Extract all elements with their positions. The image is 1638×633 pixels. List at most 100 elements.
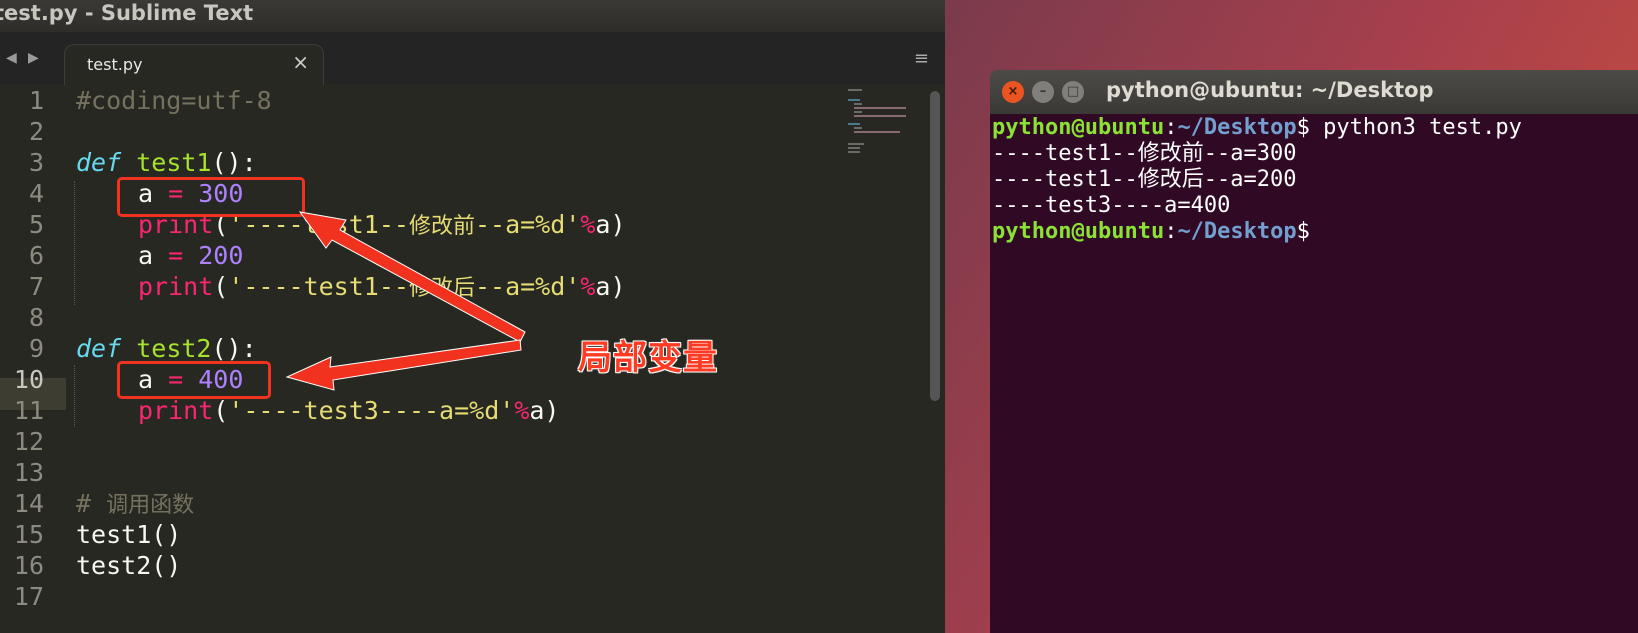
window-titlebar: test.py - Sublime Text [0, 0, 945, 32]
operator: % [514, 396, 530, 425]
variable: a [138, 241, 154, 270]
indent-guide [74, 181, 75, 305]
line-number: 12 [13, 427, 44, 456]
tab-bar: ◀ ▶ test.py × ≡ [0, 32, 945, 85]
output-text: --a=300 [1203, 141, 1297, 166]
highlight-box-a400 [117, 361, 271, 399]
operator: = [168, 241, 184, 270]
comment-hash: # [76, 489, 92, 518]
line-number: 2 [28, 117, 44, 146]
terminal-line-prompt: python@ubuntu:~/Desktop$ [992, 218, 1310, 245]
highlight-box-a300 [117, 177, 305, 217]
line-number: 4 [28, 179, 44, 208]
minimap[interactable] [848, 89, 910, 209]
output-text: ----test1-- [992, 167, 1138, 192]
menu-icon[interactable]: ≡ [914, 48, 929, 69]
maximize-icon[interactable]: □ [1062, 81, 1084, 103]
function-name: test2 [136, 334, 212, 363]
prompt-path: ~/Desktop [1177, 219, 1297, 244]
output-text: ----test1-- [992, 141, 1138, 166]
close-icon[interactable]: × [292, 50, 309, 74]
terminal-title: python@ubuntu: ~/Desktop [1106, 78, 1434, 102]
paren: ( [213, 396, 229, 425]
terminal-line-output: ----test3----a=400 [992, 192, 1230, 219]
line-number: 16 [13, 551, 44, 580]
call: test1() [76, 520, 182, 549]
output-chinese: 修改前 [1137, 141, 1204, 166]
minimap-line [854, 131, 900, 133]
output-text: --a=200 [1203, 167, 1297, 192]
indent-guide [74, 365, 75, 427]
minimap-line [854, 107, 906, 109]
keyword: def [76, 334, 122, 363]
function-name: test1 [136, 148, 212, 177]
line-number: 3 [28, 148, 44, 177]
line-number: 1 [28, 86, 44, 115]
minimap-line [848, 143, 864, 145]
code-editor[interactable]: 1 2 3 4 5 6 7 8 9 10 11 12 13 14 15 16 1… [0, 85, 945, 633]
prompt-user: python@ubuntu [992, 115, 1165, 140]
string-chinese: 修改前 [408, 214, 475, 239]
minimize-icon[interactable]: – [1032, 81, 1054, 103]
line-number: 9 [28, 334, 44, 363]
line-number: 15 [13, 520, 44, 549]
terminal-line-command: python@ubuntu:~/Desktop$ python3 test.py [992, 114, 1522, 141]
minimap-line [854, 127, 862, 129]
line-number: 6 [28, 241, 44, 270]
line-number: 10 [13, 365, 44, 394]
annotation-label: 局部变量 [578, 338, 718, 378]
prompt-dollar: $ [1296, 219, 1310, 244]
code-line-3: def test1(): [76, 147, 257, 179]
code-line-6: a = 200 [138, 240, 243, 272]
line-number: 17 [13, 582, 44, 611]
line-number: 7 [28, 272, 44, 301]
output-chinese: 修改后 [1137, 167, 1204, 192]
line-number: 11 [13, 396, 44, 425]
number: 200 [198, 241, 244, 270]
string: --a=%d' [474, 210, 581, 239]
line-number: 14 [13, 489, 44, 518]
tab-forward-icon[interactable]: ▶ [28, 50, 39, 66]
string: '----test1-- [228, 272, 409, 301]
minimap-line [848, 123, 860, 125]
terminal-line-output: ----test1--修改后--a=200 [992, 166, 1296, 193]
prompt-user: python@ubuntu [992, 219, 1165, 244]
argument: a) [595, 210, 626, 239]
paren: ( [213, 272, 229, 301]
terminal-line-output: ----test1--修改前--a=300 [992, 140, 1296, 167]
call: test2() [76, 551, 182, 580]
line-number: 5 [28, 210, 44, 239]
comment-chinese: 调用函数 [106, 493, 195, 518]
keyword: def [76, 148, 122, 177]
operator: % [580, 272, 596, 301]
code-line-14: # 调用函数 [76, 488, 194, 520]
terminal-output[interactable]: python@ubuntu:~/Desktop$ python3 test.py… [990, 114, 1638, 633]
code-line-16: test2() [76, 550, 181, 582]
tab-back-icon[interactable]: ◀ [6, 50, 17, 66]
vertical-scrollbar[interactable] [930, 91, 940, 401]
command-text: python3 test.py [1309, 115, 1522, 140]
prompt-sep: : [1164, 115, 1178, 140]
prompt-sep: : [1164, 219, 1178, 244]
code-line-15: test1() [76, 519, 181, 551]
argument: a) [529, 396, 560, 425]
prompt-dollar: $ [1296, 115, 1310, 140]
minimap-line [848, 151, 860, 153]
tab-test-py[interactable]: test.py × [64, 44, 324, 85]
close-icon[interactable]: × [1002, 81, 1024, 103]
code-line-7: print('----test1--修改后--a=%d'%a) [138, 271, 626, 303]
line-number: 8 [28, 303, 44, 332]
minimap-line [854, 103, 862, 105]
argument: a) [595, 272, 626, 301]
builtin: print [138, 396, 214, 425]
operator: % [580, 210, 596, 239]
output-text: ----test3----a=400 [992, 193, 1231, 218]
string: '----test3----a=%d' [228, 396, 515, 425]
terminal-titlebar: × – □ python@ubuntu: ~/Desktop [990, 70, 1638, 114]
code-line-11: print('----test3----a=%d'%a) [138, 395, 559, 427]
minimap-line [848, 99, 860, 101]
minimap-line [848, 89, 862, 91]
sublime-window: test.py - Sublime Text ◀ ▶ test.py × ≡ 1… [0, 0, 945, 633]
punctuation: (): [211, 148, 257, 177]
minimap-line [854, 115, 906, 117]
